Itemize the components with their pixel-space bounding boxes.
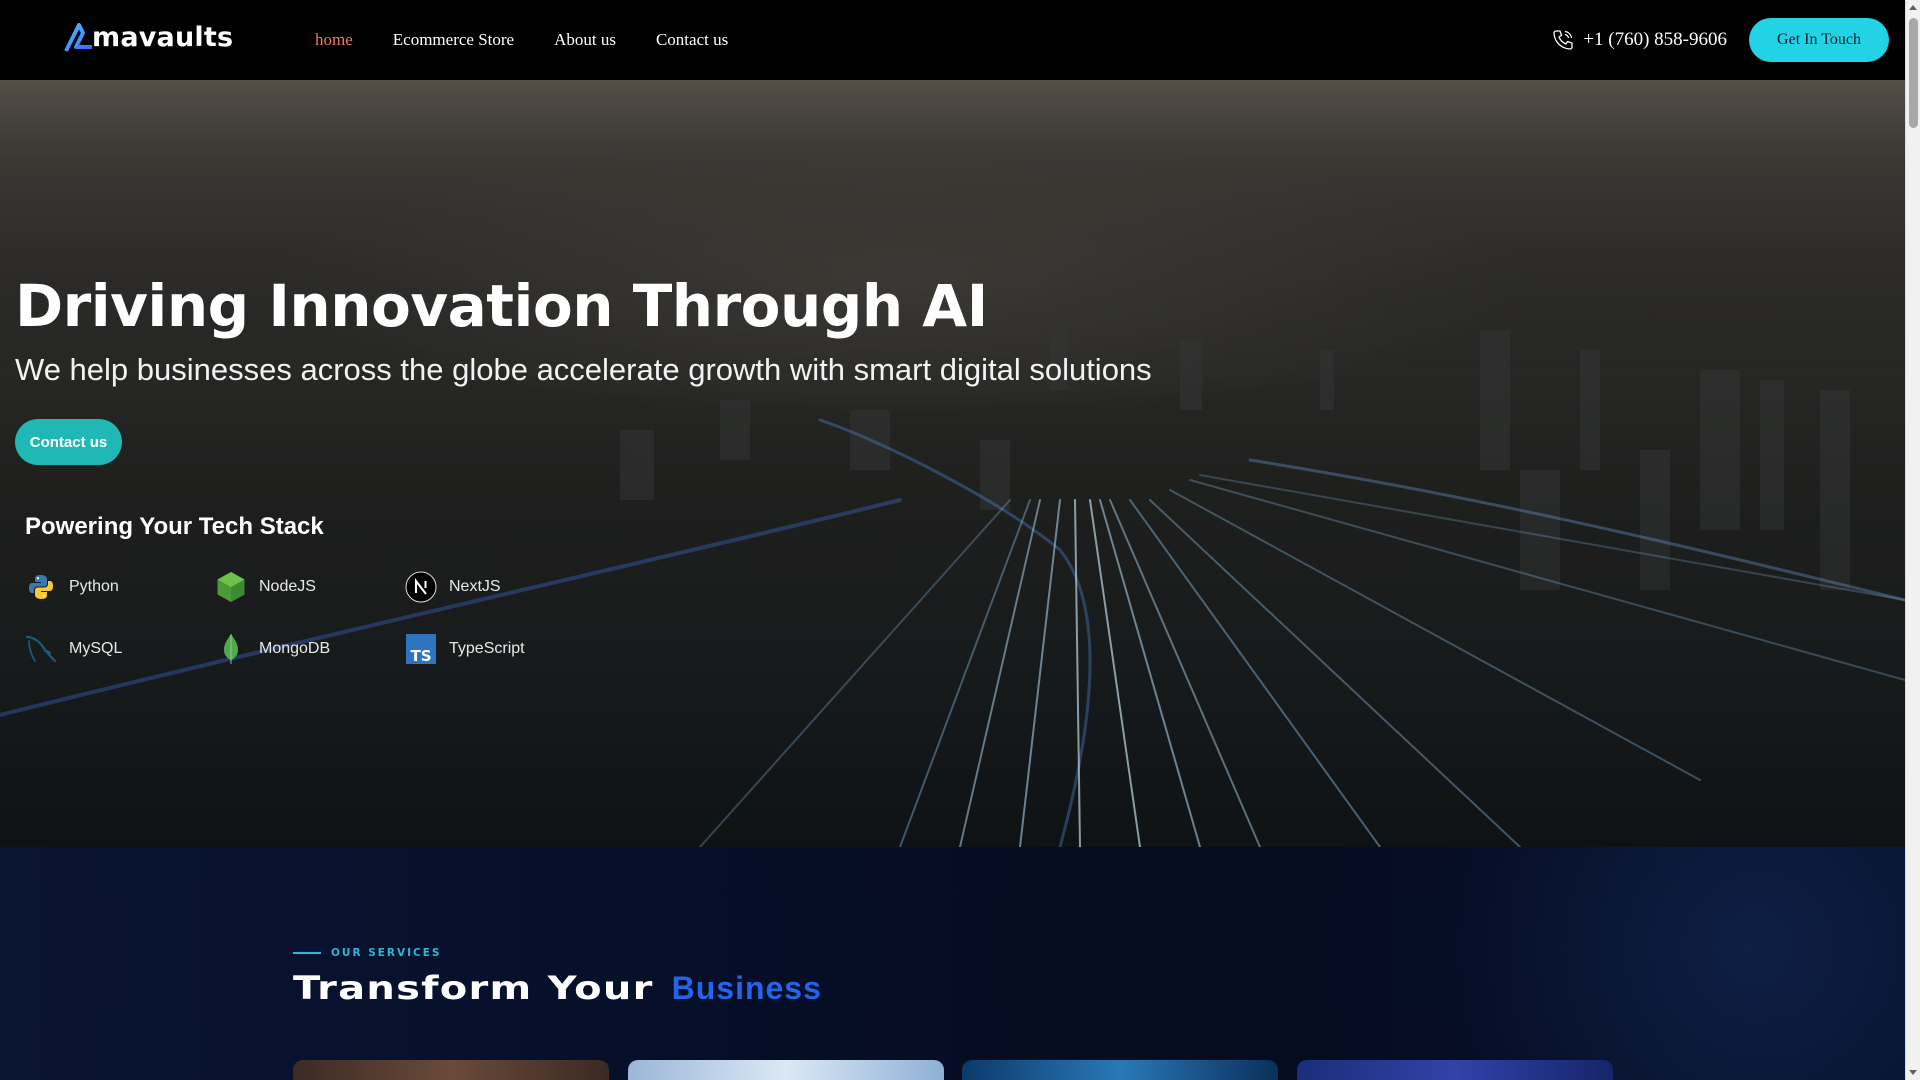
service-card[interactable] [628, 1060, 944, 1080]
tech-item-python: Python [25, 571, 119, 603]
service-card[interactable] [293, 1060, 609, 1080]
tech-item-label: TypeScript [449, 640, 525, 657]
tech-item-typescript: TS TypeScript [405, 633, 525, 665]
eyebrow-text: OUR SERVICES [331, 947, 442, 959]
scroll-up-arrow-icon[interactable] [1909, 5, 1917, 10]
nav-item-ecommerce-store[interactable]: Ecommerce Store [393, 30, 514, 50]
get-in-touch-button[interactable]: Get In Touch [1749, 18, 1889, 62]
svg-text:TS: TS [410, 647, 431, 665]
tech-item-label: NextJS [449, 578, 501, 595]
tech-item-label: MySQL [69, 640, 123, 657]
hero-contact-button[interactable]: Contact us [15, 419, 122, 465]
eyebrow-line [293, 952, 321, 954]
typescript-icon: TS [405, 633, 437, 665]
phone-icon [1553, 30, 1573, 50]
hero-section: Driving Innovation Through AI We help bu… [0, 80, 1905, 847]
logo[interactable]: mavaults [64, 22, 233, 53]
services-eyebrow: OUR SERVICES [293, 947, 442, 959]
service-card[interactable] [1297, 1060, 1613, 1080]
nodejs-icon [215, 571, 247, 603]
python-icon [25, 571, 57, 603]
mongodb-icon [215, 633, 247, 665]
main-nav: home Ecommerce Store About us Contact us [315, 0, 728, 80]
nav-item-home[interactable]: home [315, 30, 353, 50]
tech-stack-title: Powering Your Tech Stack [25, 513, 324, 540]
scroll-down-arrow-icon[interactable] [1909, 1070, 1917, 1075]
tech-item-label: NodeJS [259, 578, 316, 595]
mysql-icon [25, 633, 57, 665]
tech-item-nodejs: NodeJS [215, 571, 316, 603]
site-header: mavaults home Ecommerce Store About us C… [0, 0, 1905, 80]
services-title: Transform Your Business [293, 969, 822, 1007]
services-section: OUR SERVICES Transform Your Business [0, 847, 1905, 1080]
hero-subtitle: We help businesses across the globe acce… [15, 352, 1152, 387]
phone-number: +1 (760) 858-9606 [1583, 29, 1727, 50]
nav-item-contact-us[interactable]: Contact us [656, 30, 728, 50]
service-card[interactable] [962, 1060, 1278, 1080]
tech-item-label: Python [69, 578, 119, 595]
nav-item-about-us[interactable]: About us [554, 30, 616, 50]
services-title-part1: Transform Your [293, 969, 654, 1007]
hero-background-image [0, 80, 1905, 847]
tech-item-nextjs: NextJS [405, 571, 501, 603]
phone-contact[interactable]: +1 (760) 858-9606 [1551, 0, 1727, 80]
logo-text: mavaults [92, 22, 234, 53]
scrollbar-thumb[interactable] [1909, 18, 1918, 128]
tech-item-mongodb: MongoDB [215, 633, 330, 665]
hero-title: Driving Innovation Through AI [15, 272, 988, 340]
services-title-part2: Business [671, 970, 822, 1006]
logo-mark-icon [64, 22, 92, 52]
tech-item-label: MongoDB [259, 640, 331, 657]
nextjs-icon [405, 571, 437, 603]
page-scrollbar[interactable] [1905, 0, 1920, 1080]
tech-item-mysql: MySQL [25, 633, 122, 665]
